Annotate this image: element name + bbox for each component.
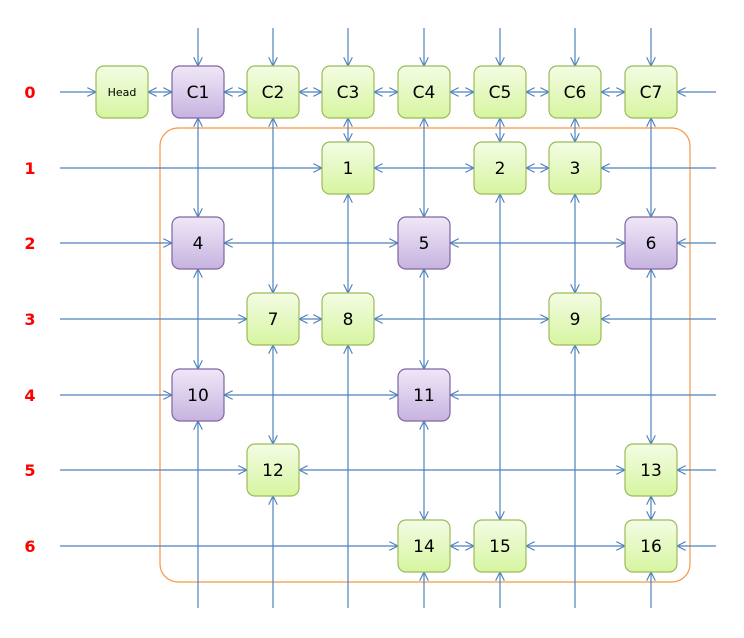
node-label: C2 xyxy=(262,83,285,103)
row-label-2: 2 xyxy=(24,234,35,253)
row-label-3: 3 xyxy=(24,310,35,329)
node-label: C4 xyxy=(413,83,436,103)
row-label-4: 4 xyxy=(24,386,35,405)
node-4: 4 xyxy=(171,216,225,270)
column-header-c4: C4 xyxy=(397,65,451,119)
node-5: 5 xyxy=(397,216,451,270)
node-9: 9 xyxy=(548,292,602,346)
node-label: 11 xyxy=(413,386,435,406)
node-label: C6 xyxy=(564,83,587,103)
node-6: 6 xyxy=(624,216,678,270)
node-13: 13 xyxy=(624,443,678,497)
dancing-links-diagram: Head C1 C2 C3 C4 C5 C6 C71 2 34 5 67 8 910 1112 1314 15 1… xyxy=(24,28,716,608)
node-label: 6 xyxy=(646,234,657,254)
node-3: 3 xyxy=(548,141,602,195)
node-label: Head xyxy=(108,86,137,99)
node-label: 8 xyxy=(343,310,354,330)
row-label-5: 5 xyxy=(24,461,35,480)
node-label: 7 xyxy=(268,310,279,330)
column-header-c5: C5 xyxy=(473,65,527,119)
node-label: 16 xyxy=(640,537,662,557)
column-header-c7: C7 xyxy=(624,65,678,119)
node-label: 2 xyxy=(495,159,506,179)
node-15: 15 xyxy=(473,519,527,573)
node-label: 15 xyxy=(489,537,511,557)
row-label-1: 1 xyxy=(24,159,35,178)
node-16: 16 xyxy=(624,519,678,573)
node-label: 3 xyxy=(570,159,581,179)
node-label: 4 xyxy=(193,234,204,254)
node-label: 14 xyxy=(413,537,435,557)
node-12: 12 xyxy=(246,443,300,497)
node-label: 1 xyxy=(343,159,354,179)
node-label: 9 xyxy=(570,310,581,330)
node-7: 7 xyxy=(246,292,300,346)
head-node: Head xyxy=(95,65,149,119)
node-2: 2 xyxy=(473,141,527,195)
column-header-c1: C1 xyxy=(171,65,225,119)
node-label: 10 xyxy=(187,386,209,406)
node-label: 13 xyxy=(640,461,662,481)
node-label: C1 xyxy=(187,83,210,103)
column-header-c6: C6 xyxy=(548,65,602,119)
row-label-6: 6 xyxy=(24,537,35,556)
node-10: 10 xyxy=(171,368,225,422)
node-label: C3 xyxy=(337,83,360,103)
node-label: 5 xyxy=(419,234,430,254)
column-header-c2: C2 xyxy=(246,65,300,119)
column-header-c3: C3 xyxy=(321,65,375,119)
node-14: 14 xyxy=(397,519,451,573)
node-label: 12 xyxy=(262,461,284,481)
node-1: 1 xyxy=(321,141,375,195)
node-label: C5 xyxy=(489,83,512,103)
node-11: 11 xyxy=(397,368,451,422)
node-8: 8 xyxy=(321,292,375,346)
row-label-0: 0 xyxy=(24,83,35,102)
matrix-outline xyxy=(159,127,691,583)
node-label: C7 xyxy=(640,83,663,103)
